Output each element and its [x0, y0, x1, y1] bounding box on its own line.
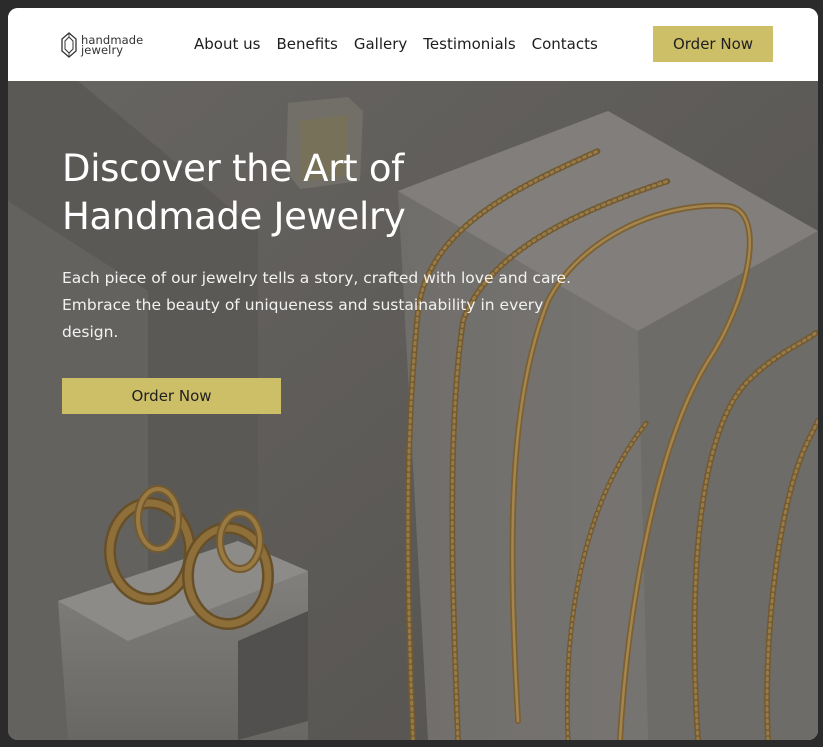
hero-order-now-button[interactable]: Order Now: [62, 378, 281, 414]
gem-icon: [61, 32, 77, 58]
nav-link-about-us[interactable]: About us: [194, 34, 260, 54]
brand-name: handmade jewelry: [81, 34, 143, 56]
top-navigation: handmade jewelry About us Benefits Galle…: [8, 8, 818, 81]
hero-description: Each piece of our jewelry tells a story,…: [62, 269, 572, 341]
hero-section: Discover the Art of Handmade Jewelry Eac…: [8, 81, 818, 740]
nav-link-contacts[interactable]: Contacts: [532, 34, 598, 54]
header-order-now-button[interactable]: Order Now: [653, 26, 773, 62]
nav-link-benefits[interactable]: Benefits: [276, 34, 337, 54]
hero-title: Discover the Art of Handmade Jewelry: [62, 145, 522, 241]
main-menu: About us Benefits Gallery Testimonials C…: [194, 34, 614, 54]
hero-title-line-2: Handmade Jewelry: [62, 195, 406, 238]
hero-title-line-1: Discover the Art of: [62, 147, 404, 190]
brand-logo[interactable]: handmade jewelry: [60, 32, 143, 58]
browser-viewport: handmade jewelry About us Benefits Galle…: [8, 8, 818, 740]
nav-link-gallery[interactable]: Gallery: [354, 34, 407, 54]
nav-link-testimonials[interactable]: Testimonials: [423, 34, 515, 54]
